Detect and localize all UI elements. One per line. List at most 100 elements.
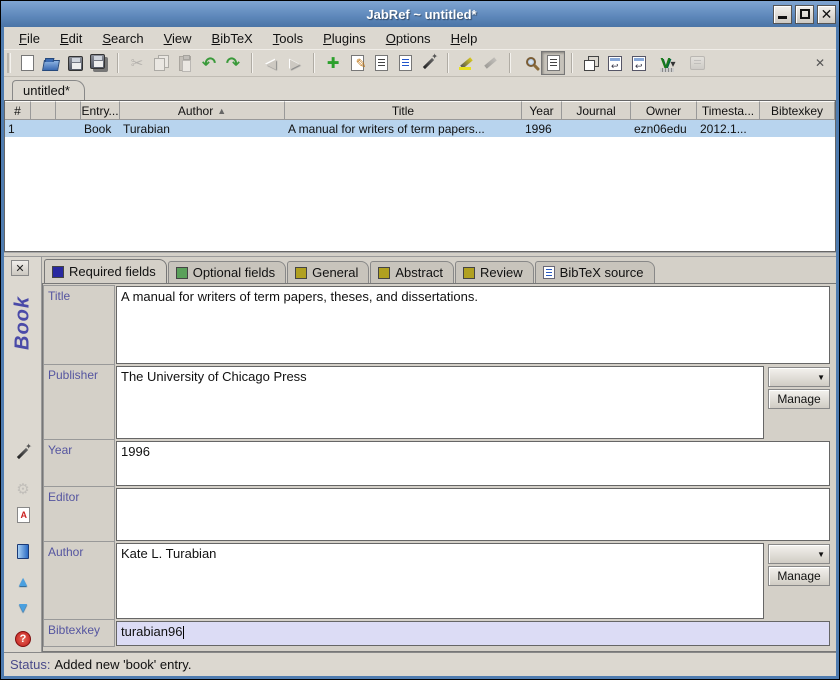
table-empty-area[interactable] [5,137,835,251]
edit-pencil-icon [351,55,364,71]
open-file-button[interactable] [627,51,651,75]
jabref-window: JabRef ~ untitled* File Edit Search View… [0,0,840,680]
autogenerate-keys-button[interactable] [417,51,441,75]
entry-editor: Book Required fields Optional [4,257,836,652]
cell-num: 1 [5,120,31,137]
column-header-num[interactable]: # [5,101,31,120]
column-header-marked[interactable] [31,101,56,120]
x-icon [815,56,825,70]
tab-label: Required fields [69,264,156,279]
copy-button[interactable] [149,51,173,75]
maximize-button[interactable] [795,5,814,24]
generate-key-button[interactable] [13,443,33,463]
undo-button[interactable] [197,51,221,75]
fetch-button[interactable] [685,51,709,75]
tab-review[interactable]: Review [455,261,534,283]
close-entry-editor-button[interactable] [11,260,29,276]
publisher-dropdown[interactable] [768,367,830,387]
save-database-button[interactable] [63,51,87,75]
column-header-year[interactable]: Year [522,101,562,120]
author-field-input[interactable]: Kate L. Turabian [116,543,764,619]
publisher-manage-button[interactable]: Manage [768,389,830,409]
new-entry-button[interactable] [321,51,345,75]
toggle-preview-button[interactable] [541,51,565,75]
duplicate-entry-button[interactable] [579,51,603,75]
cell-ranking [56,120,81,137]
paste-button[interactable] [173,51,197,75]
close-sidepane-button[interactable] [808,51,832,75]
mark-entries-button[interactable] [455,51,479,75]
menu-bibtex[interactable]: BibTeX [203,29,262,48]
column-header-entrytype[interactable]: Entry... [81,101,120,120]
menu-view[interactable]: View [155,29,201,48]
close-button[interactable] [817,5,836,24]
tab-untitled[interactable]: untitled* [12,80,85,100]
menu-file[interactable]: File [10,29,49,48]
menu-plugins[interactable]: Plugins [314,29,375,48]
table-row-selected[interactable]: 1 Book Turabian A manual for writers of … [5,120,835,137]
column-header-ranking[interactable] [56,101,81,120]
publisher-field-input[interactable]: The University of Chicago Press [116,366,764,439]
back-button[interactable] [259,51,283,75]
edit-entry-button[interactable] [345,51,369,75]
undo-icon [202,55,216,72]
menu-search[interactable]: Search [93,29,152,48]
save-all-button[interactable] [87,51,111,75]
menu-tools[interactable]: Tools [264,29,312,48]
tab-required-fields[interactable]: Required fields [44,259,167,283]
redo-button[interactable] [221,51,245,75]
year-field-input[interactable]: 1996 [116,441,830,486]
preview-icon [547,55,560,71]
highlighter-icon [459,55,475,71]
open-pdf-button[interactable] [13,505,33,525]
column-header-owner[interactable]: Owner [631,101,697,120]
toolbar-grip[interactable] [7,53,11,73]
tab-abstract[interactable]: Abstract [370,261,454,283]
status-prefix: Status: [10,657,50,672]
open-database-button[interactable] [39,51,63,75]
gear-icon [16,480,29,498]
minimize-button[interactable] [773,5,792,24]
tab-general[interactable]: General [287,261,369,283]
search-button[interactable] [517,51,541,75]
push-to-application-button[interactable]: V [651,51,685,75]
menu-help[interactable]: Help [442,29,487,48]
field-row-title: Title A manual for writers of term paper… [43,285,834,365]
field-row-year: Year 1996 [43,440,834,487]
wand-icon [15,445,31,461]
blue-square-icon [52,266,64,278]
toolbar-separator [447,53,449,73]
column-header-journal[interactable]: Journal [562,101,631,120]
previous-entry-button[interactable] [13,571,33,591]
help-button[interactable] [13,629,33,649]
tab-bibtex-source[interactable]: BibTeX source [535,261,655,283]
author-dropdown[interactable] [768,544,830,564]
cut-button[interactable] [125,51,149,75]
edit-preamble-button[interactable] [393,51,417,75]
bibtexkey-field-input[interactable]: turabian96 [116,621,830,646]
title-field-input[interactable]: A manual for writers of term papers, the… [116,286,830,364]
titlebar[interactable]: JabRef ~ untitled* [1,1,839,27]
entry-table: # Entry... Author ▲ Title Year Journal O… [4,100,836,252]
wand-icon [421,55,437,71]
editor-field-input[interactable] [116,488,830,541]
author-manage-button[interactable]: Manage [768,566,830,586]
menu-edit[interactable]: Edit [51,29,91,48]
edit-strings-button[interactable] [369,51,393,75]
settings-button[interactable] [13,479,33,499]
menu-options[interactable]: Options [377,29,440,48]
open-book-button[interactable] [13,541,33,561]
column-header-author[interactable]: Author ▲ [120,101,285,120]
column-header-title[interactable]: Title [285,101,522,120]
new-database-button[interactable] [15,51,39,75]
column-header-bibtexkey[interactable]: Bibtexkey [760,101,835,120]
forward-button[interactable] [283,51,307,75]
window-title: JabRef ~ untitled* [70,7,773,22]
unmark-entries-button[interactable] [479,51,503,75]
tab-optional-fields[interactable]: Optional fields [168,261,286,283]
back-icon [266,57,276,70]
column-header-timestamp[interactable]: Timesta... [697,101,760,120]
field-row-publisher: Publisher The University of Chicago Pres… [43,365,834,440]
next-entry-button[interactable] [13,597,33,617]
open-folder-button[interactable] [603,51,627,75]
